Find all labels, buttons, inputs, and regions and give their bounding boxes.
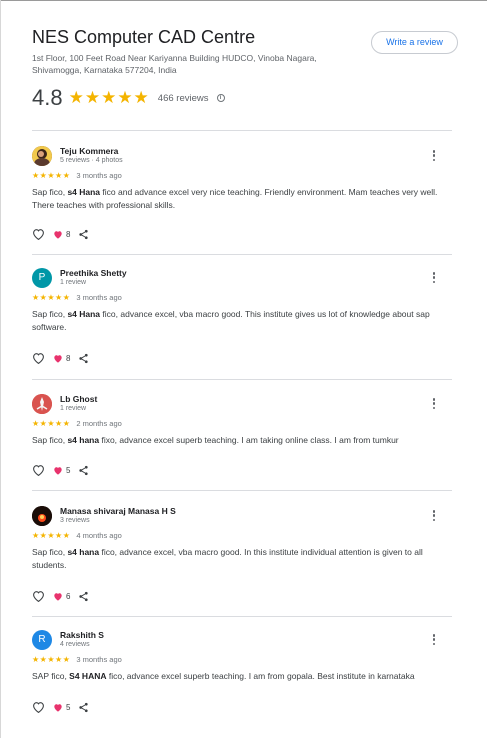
divider [32, 490, 452, 491]
more-options-icon[interactable] [430, 634, 438, 648]
review-count-link[interactable]: 466 reviews [158, 93, 209, 104]
review-actions: 6 [32, 590, 89, 602]
like-count: 5 [66, 465, 71, 475]
rating-stars-icon: ★★★★★ [68, 88, 150, 107]
review-text-highlight: s4 hana [67, 547, 100, 557]
review-actions: 8 [32, 352, 89, 364]
heart-filled-icon [53, 592, 63, 601]
review-text-part: fixo, advance excel superb teaching. I a… [99, 435, 399, 445]
review-stars-icon: ★★★★★ [32, 171, 71, 180]
reviewer-name[interactable]: Rakshith S [60, 630, 104, 640]
review-text-highlight: S4 HANA [69, 671, 107, 681]
window-top-border [0, 0, 487, 1]
write-review-button[interactable]: Write a review [371, 31, 458, 54]
reviewer-meta: 5 reviews · 4 photos [60, 157, 123, 164]
review-text-part: fico, advance excel superb teaching. I a… [106, 671, 415, 681]
like-icon[interactable] [32, 228, 45, 240]
review-time: 2 months ago [76, 419, 122, 428]
like-icon[interactable] [32, 352, 45, 364]
review-text: Sap fico, s4 Hana fico, advance excel, v… [32, 308, 442, 334]
review-text: Sap fico, s4 hana fico, advance excel, v… [32, 546, 442, 572]
reviewer-avatar[interactable]: P [32, 268, 52, 288]
review-text: Sap fico, s4 hana fixo, advance excel su… [32, 434, 442, 447]
info-icon[interactable]: i [216, 94, 225, 102]
reviewer-meta: 1 review [60, 405, 87, 412]
review-rating: ★★★★★ 4 months ago [32, 531, 122, 540]
review-text-highlight: s4 hana [67, 435, 100, 445]
review-time: 4 months ago [76, 531, 122, 540]
review-stars-icon: ★★★★★ [32, 531, 71, 540]
likes-indicator: 8 [53, 230, 70, 239]
review-text-highlight: s4 Hana [67, 187, 101, 197]
reviewer-avatar[interactable] [32, 506, 52, 526]
heart-filled-icon [53, 466, 63, 475]
review-rating: ★★★★★ 3 months ago [32, 171, 122, 180]
likes-indicator: 5 [53, 703, 70, 712]
reviewer-meta: 3 reviews [60, 517, 90, 524]
share-icon[interactable] [78, 591, 89, 602]
review-text-part: Sap fico, [32, 309, 68, 319]
review-rating: ★★★★★ 3 months ago [32, 655, 122, 664]
review-time: 3 months ago [76, 293, 122, 302]
likes-indicator: 8 [53, 354, 70, 363]
share-icon[interactable] [78, 465, 89, 476]
reviewer-avatar[interactable] [32, 146, 52, 166]
review-text-part: Sap fico, [32, 547, 68, 557]
window-left-border [0, 0, 1, 738]
review-time: 3 months ago [76, 171, 122, 180]
like-count: 8 [66, 353, 71, 363]
heart-filled-icon [53, 354, 63, 363]
reviewer-name[interactable]: Preethika Shetty [60, 268, 127, 278]
rating-summary: 4.8 ★★★★★ 466 reviews i [32, 85, 225, 111]
review-stars-icon: ★★★★★ [32, 293, 71, 302]
review-stars-icon: ★★★★★ [32, 419, 71, 428]
heart-filled-icon [53, 703, 63, 712]
review-text: Sap fico, s4 Hana fico and advance excel… [32, 186, 442, 212]
share-icon[interactable] [78, 353, 89, 364]
review-actions: 5 [32, 464, 89, 476]
like-count: 6 [66, 591, 71, 601]
more-options-icon[interactable] [430, 150, 438, 164]
more-options-icon[interactable] [430, 272, 438, 286]
reviewer-avatar[interactable] [32, 394, 52, 414]
review-text-part: Sap fico, [32, 435, 68, 445]
like-count: 8 [66, 229, 71, 239]
reviewer-meta: 4 reviews [60, 641, 90, 648]
like-icon[interactable] [32, 464, 45, 476]
place-header: NES Computer CAD Centre 1st Floor, 100 F… [32, 26, 462, 76]
like-icon[interactable] [32, 701, 45, 713]
review-actions: 5 [32, 701, 89, 713]
review-stars-icon: ★★★★★ [32, 655, 71, 664]
divider [32, 254, 452, 255]
divider [32, 130, 452, 131]
likes-indicator: 6 [53, 592, 70, 601]
share-icon[interactable] [78, 702, 89, 713]
reviewer-avatar[interactable]: R [32, 630, 52, 650]
review-text: SAP fico, S4 HANA fico, advance excel su… [32, 670, 442, 683]
like-icon[interactable] [32, 590, 45, 602]
reviewer-name[interactable]: Teju Kommera [60, 146, 118, 156]
heart-filled-icon [53, 230, 63, 239]
divider [32, 616, 452, 617]
divider [32, 379, 452, 380]
place-address: 1st Floor, 100 Feet Road Near Kariyanna … [32, 53, 317, 75]
review-rating: ★★★★★ 2 months ago [32, 419, 122, 428]
like-count: 5 [66, 702, 71, 712]
review-text-part: Sap fico, [32, 187, 68, 197]
reviewer-meta: 1 review [60, 279, 87, 286]
review-rating: ★★★★★ 3 months ago [32, 293, 122, 302]
reviewer-name[interactable]: Manasa shivaraj Manasa H S [60, 506, 176, 516]
more-options-icon[interactable] [430, 398, 438, 412]
reviewer-name[interactable]: Lb Ghost [60, 394, 97, 404]
review-text-highlight: s4 Hana [67, 309, 101, 319]
more-options-icon[interactable] [430, 510, 438, 524]
review-time: 3 months ago [76, 655, 122, 664]
review-actions: 8 [32, 228, 89, 240]
share-icon[interactable] [78, 229, 89, 240]
likes-indicator: 5 [53, 466, 70, 475]
rating-value: 4.8 [32, 85, 63, 110]
review-text-part: SAP fico, [32, 671, 70, 681]
